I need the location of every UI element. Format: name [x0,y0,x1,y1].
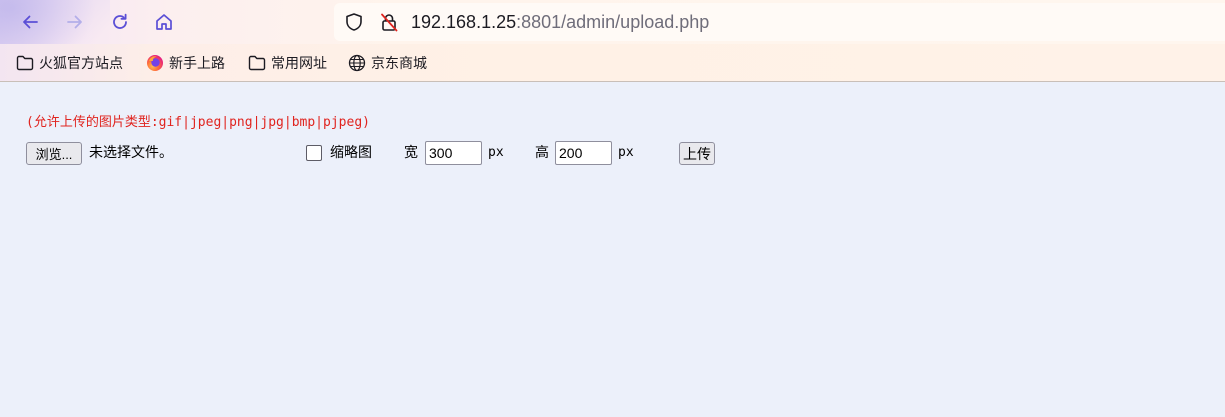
firefox-icon [146,54,164,72]
home-icon [154,12,174,32]
bookmark-jd-mall[interactable]: 京东商城 [348,52,427,74]
upload-button[interactable]: 上传 [679,142,715,165]
width-label: 宽 [404,145,418,161]
bookmarks-toolbar: 火狐官方站点 新手上路 常用网址 京东商城 [0,44,1225,82]
reload-button[interactable] [104,6,136,38]
height-label: 高 [535,145,549,161]
thumbnail-label: 缩略图 [330,145,372,161]
bookmark-common-sites[interactable]: 常用网址 [248,52,327,74]
browser-window: 192.168.1.25:8801/admin/upload.php 火狐官方站… [0,0,1225,417]
page-content: (允许上传的图片类型:gif|jpeg|png|jpg|bmp|pjpeg) 浏… [0,82,1225,417]
folder-icon [16,54,34,72]
browser-toolbar: 192.168.1.25:8801/admin/upload.php [0,0,1225,82]
forward-arrow-icon [65,12,85,32]
thumbnail-checkbox[interactable] [306,145,322,161]
height-input[interactable]: 200 [555,141,612,165]
home-button[interactable] [148,6,180,38]
forward-button[interactable] [59,6,91,38]
url-path: :8801/admin/upload.php [516,12,710,32]
globe-icon [348,54,366,72]
bookmark-label: 火狐官方站点 [39,56,123,72]
width-input[interactable]: 300 [425,141,482,165]
shield-icon[interactable] [344,12,364,32]
bookmark-getting-started[interactable]: 新手上路 [146,52,225,74]
url-text[interactable]: 192.168.1.25:8801/admin/upload.php [411,11,709,33]
address-bar[interactable]: 192.168.1.25:8801/admin/upload.php [334,3,1225,41]
allowed-types-hint: (允许上传的图片类型:gif|jpeg|png|jpg|bmp|pjpeg) [26,115,370,130]
bookmark-firefox-official[interactable]: 火狐官方站点 [16,52,123,74]
no-file-selected-text: 未选择文件。 [89,145,173,161]
back-arrow-icon [20,12,40,32]
browse-file-button[interactable]: 浏览... [26,142,82,165]
bookmark-label: 京东商城 [371,56,427,72]
folder-icon [248,54,266,72]
bookmark-label: 常用网址 [271,56,327,72]
bookmark-label: 新手上路 [169,56,225,72]
reload-icon [110,12,130,32]
url-host: 192.168.1.25 [411,12,517,32]
width-unit: px [488,145,504,160]
back-button[interactable] [14,6,46,38]
insecure-lock-icon[interactable] [379,12,399,32]
height-unit: px [618,145,634,160]
